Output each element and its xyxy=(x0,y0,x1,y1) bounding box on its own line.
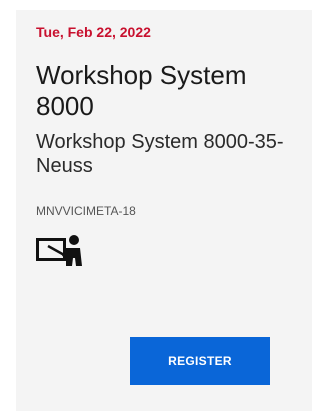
event-card: Tue, Feb 22, 2022 Workshop System 8000 W… xyxy=(16,10,312,411)
event-code: MNVVICIMETA-18 xyxy=(36,204,136,218)
event-date: Tue, Feb 22, 2022 xyxy=(36,24,151,40)
presenter-board-icon xyxy=(36,234,84,270)
register-button[interactable]: REGISTER xyxy=(130,337,270,385)
event-subtitle: Workshop System 8000-35-Neuss xyxy=(36,131,284,177)
event-title: Workshop System 8000 xyxy=(36,60,247,121)
